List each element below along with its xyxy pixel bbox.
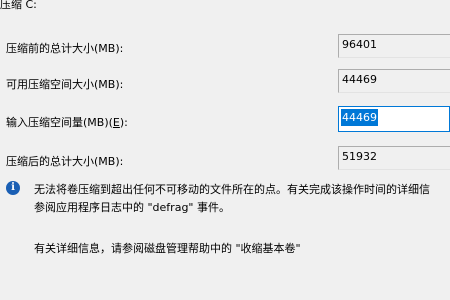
shrink-amount-label-suffix: ): — [119, 116, 128, 129]
shrink-amount-label: 输入压缩空间量(MB)(E): — [6, 114, 128, 130]
info-message: 无法将卷压缩到超出任何不可移动的文件所在的点。有关完成该操作时间的详细信 参阅应… — [34, 181, 450, 217]
total-size-after-label: 压缩后的总计大小(MB): — [6, 155, 124, 168]
shrink-amount-value: 44469 — [341, 109, 378, 126]
info-message-line-2: 参阅应用程序日志中的 "defrag" 事件。 — [34, 201, 230, 214]
shrink-amount-input[interactable]: 44469 — [338, 106, 450, 132]
total-size-after-field: 51932 — [338, 146, 450, 170]
total-size-before-label: 压缩前的总计大小(MB): — [6, 42, 124, 55]
shrink-amount-label-mnemonic: E — [112, 116, 120, 129]
shrink-volume-dialog: 压缩 C: 压缩前的总计大小(MB): 96401 可用压缩空间大小(MB): … — [0, 0, 450, 300]
help-message: 有关详细信息，请参阅磁盘管理帮助中的 "收缩基本卷" — [34, 242, 301, 255]
dialog-title: 压缩 C: — [0, 0, 37, 11]
info-icon: i — [6, 181, 20, 195]
total-size-before-field: 96401 — [338, 34, 450, 58]
available-shrink-space-label: 可用压缩空间大小(MB): — [6, 78, 124, 91]
info-message-line-1: 无法将卷压缩到超出任何不可移动的文件所在的点。有关完成该操作时间的详细信 — [34, 183, 430, 196]
available-shrink-space-field: 44469 — [338, 69, 450, 93]
shrink-amount-label-prefix: 输入压缩空间量(MB)( — [6, 116, 113, 129]
